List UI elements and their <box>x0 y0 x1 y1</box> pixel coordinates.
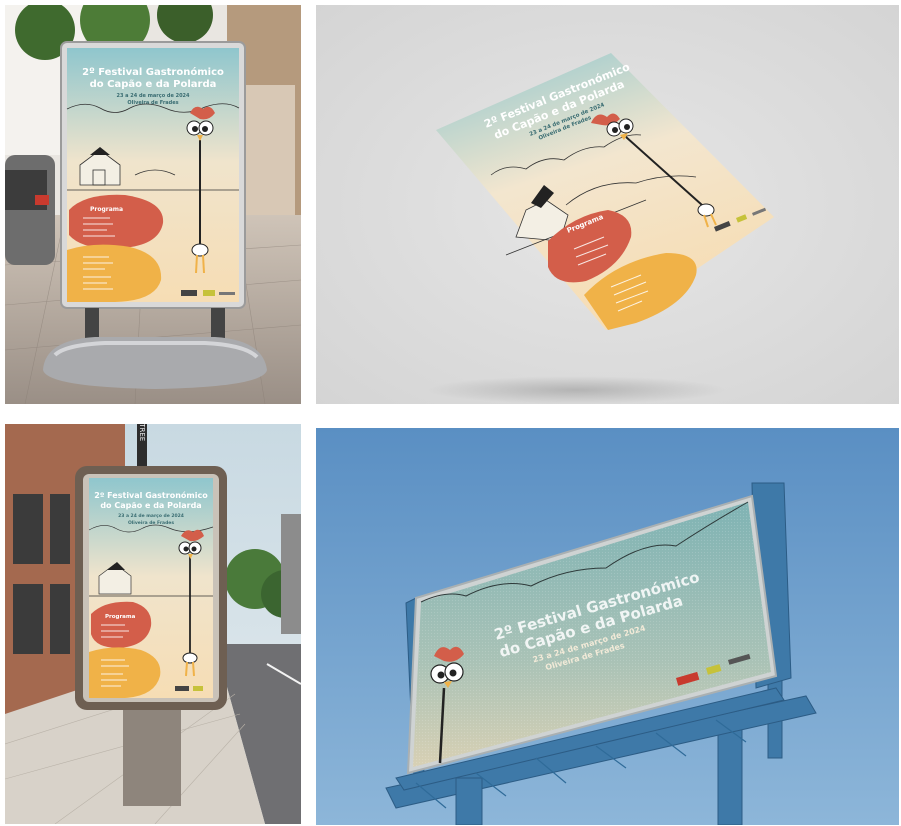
flyer-scene: 2º Festival Gastronómico do Capão e da P… <box>316 5 899 404</box>
poster-place: Oliveira de Frades <box>127 100 178 106</box>
billboard-scene: 2º Festival Gastronómico do Capão e da P… <box>316 428 899 825</box>
mockup-mupi: STREE 2º Festival Gastronómico do Capão … <box>5 424 301 824</box>
poster-title-line1: 2º Festival Gastronómico <box>82 66 224 78</box>
mupi-title-line1: 2º Festival Gastronómico <box>94 490 208 500</box>
program-heading: Programa <box>90 206 123 213</box>
street-sign: STREE <box>138 424 146 441</box>
poster-title-line2: do Capão e da Polarda <box>90 79 217 90</box>
mockup-aboard: 2º Festival Gastronómico do Capão e da P… <box>5 5 301 404</box>
mockup-flyer: 2º Festival Gastronómico do Capão e da P… <box>316 5 899 404</box>
aboard-scene: 2º Festival Gastronómico do Capão e da P… <box>5 5 301 404</box>
mockup-billboard: 2º Festival Gastronómico do Capão e da P… <box>316 428 899 825</box>
mupi-title-line2: do Capão e da Polarda <box>100 501 201 510</box>
poster-dates: 23 a 24 de março de 2024 <box>116 93 190 99</box>
mupi-scene: STREE 2º Festival Gastronómico do Capão … <box>5 424 301 824</box>
mupi-dates: 23 a 24 de março de 2024 <box>118 513 184 519</box>
mupi-program-heading: Programa <box>105 614 136 620</box>
